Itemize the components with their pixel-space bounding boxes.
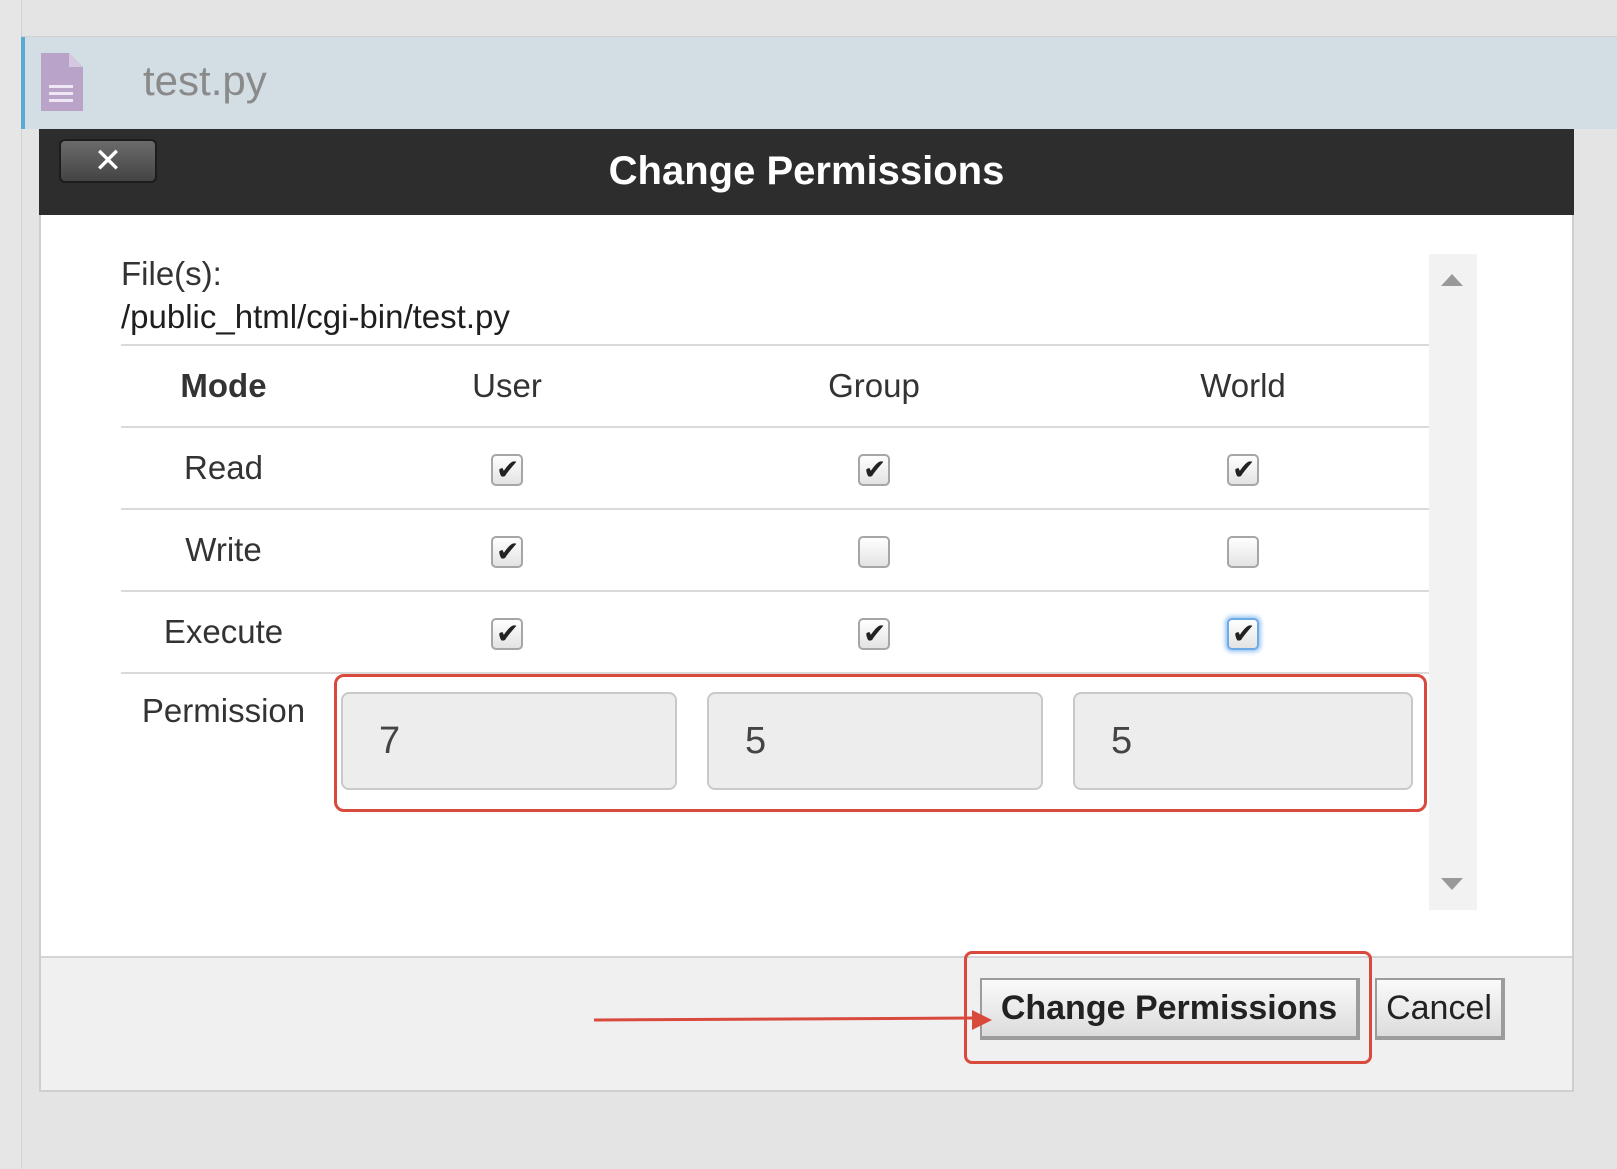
header-user: User [472,367,542,404]
row-label-write: Write [185,531,262,568]
dialog-content: File(s): /public_html/cgi-bin/test.py Mo… [121,255,1429,895]
execute-world-checkbox[interactable] [1227,612,1259,656]
cancel-button[interactable]: Cancel [1375,978,1505,1040]
execute-user-checkbox[interactable] [491,612,523,656]
document-icon [41,53,83,111]
row-label-read: Read [184,449,263,486]
scroll-down-arrow-icon[interactable] [1441,878,1463,890]
permission-values-row: Permission 7 5 5 [121,672,1429,822]
file-row-selected[interactable]: test.py [21,37,1617,129]
table-header-row: Mode User Group World [121,344,1429,426]
scroll-up-arrow-icon[interactable] [1441,274,1463,286]
header-world: World [1200,367,1286,404]
change-permissions-dialog: ✕ Change Permissions File(s): /public_ht… [39,129,1574,1092]
table-row-execute: Execute [121,590,1429,672]
top-band [0,0,1617,37]
row-label-execute: Execute [163,613,284,650]
annotation-arrow-icon [594,1010,992,1030]
table-row-read: Read [121,426,1429,508]
dialog-title: Change Permissions [608,149,1005,193]
content-scrollbar[interactable] [1429,254,1477,910]
execute-group-checkbox[interactable] [858,612,890,656]
file-name: test.py [143,57,267,104]
permission-label: Permission [141,692,306,729]
header-group: Group [828,367,920,404]
read-world-checkbox[interactable] [1227,448,1259,492]
read-group-checkbox[interactable] [858,448,890,492]
read-user-checkbox[interactable] [491,448,523,492]
file-path: /public_html/cgi-bin/test.py [121,298,510,335]
write-world-checkbox[interactable] [1227,536,1259,569]
write-group-checkbox[interactable] [858,536,890,569]
files-label: File(s): [121,255,222,292]
permissions-table: Mode User Group World Read Write Execute [121,344,1429,822]
table-row-write: Write [121,508,1429,590]
change-permissions-button[interactable]: Change Permissions [980,978,1360,1040]
dialog-titlebar: ✕ Change Permissions [39,129,1574,215]
left-strip [0,0,22,1169]
permission-highlight-box [334,674,1427,812]
write-user-checkbox[interactable] [491,530,523,574]
header-mode: Mode [180,367,267,404]
